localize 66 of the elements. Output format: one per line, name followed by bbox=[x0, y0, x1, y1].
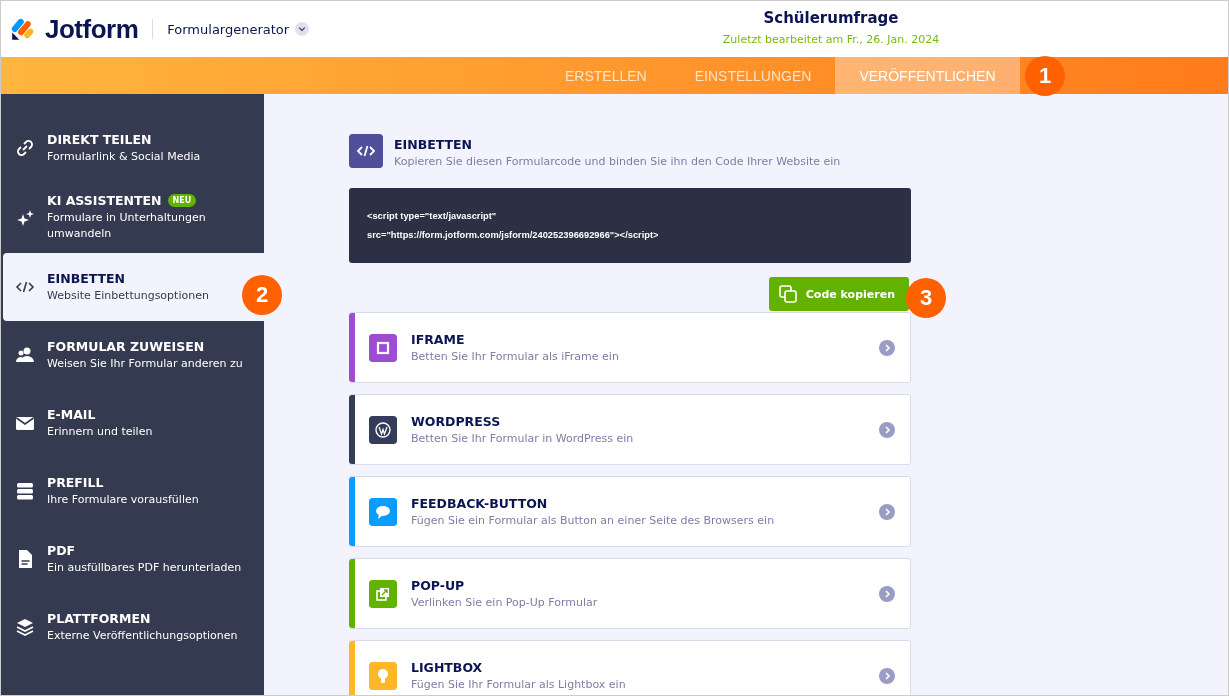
chevron-right-icon bbox=[879, 503, 895, 520]
layers-icon bbox=[15, 617, 35, 637]
embed-option-card[interactable]: IFRAME Betten Sie Ihr Formular als iFrame ein bbox=[349, 312, 911, 383]
option-title: WORDPRESS bbox=[411, 414, 502, 429]
speech-bubble-icon bbox=[369, 497, 397, 526]
option-description: Betten Sie Ihr Formular in WordPress ein bbox=[411, 432, 635, 445]
step-number-badge: 3 bbox=[906, 278, 946, 318]
embed-option-card[interactable]: POP-UP Verlinken Sie ein Pop-Up Formular bbox=[349, 558, 911, 629]
lightbulb-icon bbox=[369, 661, 397, 690]
option-description: Fügen Sie Ihr Formular als Lightbox ein bbox=[411, 678, 627, 691]
stacked-rows-icon bbox=[15, 481, 35, 501]
item-subtitle: Website Einbettungsoptionen bbox=[47, 287, 209, 304]
chevron-right-icon bbox=[879, 339, 895, 356]
logo-text: Jotform bbox=[45, 13, 139, 45]
item-subtitle: Formulare in Unterhaltungen umwandeln bbox=[47, 210, 207, 242]
item-subtitle: Erinnern und teilen bbox=[47, 423, 153, 440]
sidebar-item[interactable]: E-MAIL Erinnern und teilen bbox=[3, 389, 264, 457]
code-line: <script type="text/javascript" bbox=[367, 211, 498, 221]
sidebar-item[interactable]: PLATTFORMEN Externe Veröffentlichungsoptionen bbox=[3, 593, 264, 661]
item-subtitle: Ihre Formulare vorausfüllen bbox=[47, 491, 199, 508]
item-title: KI ASSISTENTEN bbox=[47, 193, 162, 208]
item-title: PLATTFORMEN bbox=[47, 610, 151, 626]
sidebar-item[interactable]: KI ASSISTENTEN NEU Formulare in Unterhaltungen umwandeln bbox=[3, 182, 264, 253]
step-number-badge: 2 bbox=[242, 275, 282, 315]
option-title: POP-UP bbox=[411, 578, 466, 593]
option-title: LIGHTBOX bbox=[411, 660, 484, 675]
item-title: E-MAIL bbox=[47, 406, 96, 422]
sidebar-item[interactable]: PDF Ein ausfüllbares PDF herunterladen bbox=[3, 525, 264, 593]
code-line: src="https://form.jotform.com/jsform/240252396692966"></script> bbox=[367, 230, 660, 240]
option-description: Verlinken Sie ein Pop-Up Formular bbox=[411, 596, 599, 609]
sidebar-item[interactable]: FORMULAR ZUWEISEN Weisen Sie Ihr Formular anderen zu bbox=[3, 321, 264, 389]
chevron-right-icon bbox=[879, 421, 895, 438]
sidebar-item[interactable]: DIREKT TEILEN Formularlink & Social Media bbox=[3, 114, 264, 182]
embed-option-card[interactable]: WORDPRESS Betten Sie Ihr Formular in WordPress ein bbox=[349, 394, 911, 465]
copy-icon bbox=[777, 284, 798, 304]
item-subtitle: Formularlink & Social Media bbox=[47, 148, 201, 165]
chevron-right-icon bbox=[879, 585, 895, 602]
link-icon bbox=[15, 138, 35, 158]
new-badge: NEU bbox=[167, 194, 197, 207]
chevron-right-icon bbox=[879, 667, 895, 684]
option-description: Betten Sie Ihr Formular als iFrame ein bbox=[411, 350, 620, 363]
item-title: FORMULAR ZUWEISEN bbox=[47, 338, 205, 354]
item-title: PDF bbox=[47, 542, 76, 558]
popup-icon bbox=[369, 579, 397, 608]
item-title: DIREKT TEILEN bbox=[47, 131, 152, 147]
caret-icon bbox=[295, 22, 310, 36]
product-menu[interactable]: Formulargenerator bbox=[167, 21, 310, 37]
item-subtitle: Ein ausfüllbares PDF herunterladen bbox=[47, 559, 242, 576]
item-subtitle: Weisen Sie Ihr Formular anderen zu bbox=[47, 355, 243, 372]
section-description: Kopieren Sie diesen Formularcode und binden Sie ihn den Code Ihrer Website ein bbox=[394, 155, 841, 168]
section-title: EINBETTEN bbox=[394, 137, 474, 152]
item-title: PREFILL bbox=[47, 474, 104, 490]
people-icon bbox=[15, 345, 35, 365]
square-icon bbox=[369, 333, 397, 362]
code-icon bbox=[349, 134, 383, 168]
sidebar-item[interactable]: PREFILL Ihre Formulare vorausfüllen bbox=[3, 457, 264, 525]
last-edited-text: Zuletzt bearbeitet am Fr., 26. Jan. 2024 bbox=[722, 33, 940, 46]
embed-option-card[interactable]: LIGHTBOX Fügen Sie Ihr Formular als Lightbox ein bbox=[349, 640, 911, 695]
item-title: EINBETTEN bbox=[47, 270, 126, 286]
option-title: FEEDBACK-BUTTON bbox=[411, 496, 549, 511]
wordpress-icon bbox=[369, 415, 397, 444]
item-subtitle: Externe Veröffentlichungsoptionen bbox=[47, 627, 238, 644]
option-description: Fügen Sie ein Formular als Button an einer Seite des Browsers ein bbox=[411, 514, 776, 527]
form-title: Schülerumfrage bbox=[763, 9, 899, 27]
option-title: IFRAME bbox=[411, 332, 466, 347]
embed-option-card[interactable]: FEEDBACK-BUTTON Fügen Sie ein Formular als Button an einer Seite des Browsers ein bbox=[349, 476, 911, 547]
